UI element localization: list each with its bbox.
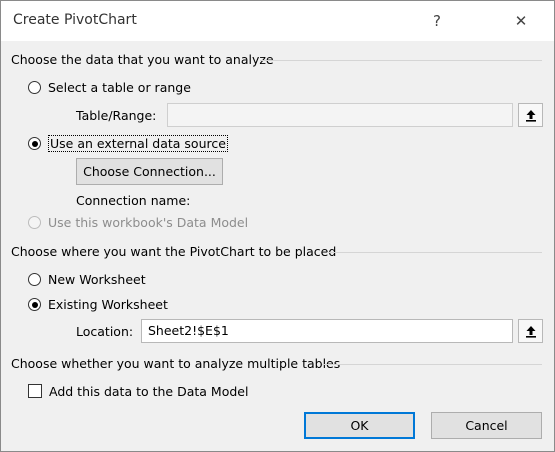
radio-button[interactable] [28, 273, 41, 286]
choose-connection-button[interactable]: Choose Connection... [76, 158, 223, 185]
close-button[interactable]: ✕ [501, 7, 541, 35]
radio-data-model[interactable]: Use this workbook's Data Model [28, 215, 248, 230]
location-input[interactable]: Sheet2!$E$1 [141, 319, 513, 343]
radio-button-checked[interactable] [28, 137, 41, 150]
cancel-button[interactable]: Cancel [431, 412, 542, 439]
external-source-label: Use an external data source [48, 135, 228, 152]
new-worksheet-label: New Worksheet [48, 272, 146, 287]
radio-existing-worksheet[interactable]: Existing Worksheet [28, 297, 168, 312]
section-divider [260, 60, 542, 61]
radio-button[interactable] [28, 81, 41, 94]
table-range-label: Table/Range: [76, 108, 157, 123]
section-divider [327, 252, 542, 253]
table-range-collapse-button[interactable] [518, 103, 543, 127]
table-range-input[interactable] [167, 103, 513, 127]
place-section-heading: Choose where you want the PivotChart to … [11, 244, 337, 259]
collapse-dialog-icon [525, 109, 536, 122]
title-bar: Create PivotChart ? ✕ [1, 1, 554, 41]
add-to-data-model-label: Add this data to the Data Model [49, 384, 249, 399]
collapse-dialog-icon [525, 325, 536, 338]
radio-select-table[interactable]: Select a table or range [28, 80, 191, 95]
data-model-label: Use this workbook's Data Model [48, 215, 249, 230]
location-label: Location: [76, 324, 134, 339]
create-pivotchart-dialog: Create PivotChart ? ✕ Choose the data th… [0, 0, 555, 452]
close-icon: ✕ [514, 12, 528, 30]
radio-button-checked[interactable] [28, 298, 41, 311]
radio-button-disabled[interactable] [28, 216, 41, 229]
data-section-heading: Choose the data that you want to analyze [11, 52, 274, 67]
help-button[interactable]: ? [417, 7, 457, 35]
radio-new-worksheet[interactable]: New Worksheet [28, 272, 146, 287]
radio-external-source[interactable]: Use an external data source [28, 135, 228, 152]
existing-worksheet-label: Existing Worksheet [48, 297, 168, 312]
add-to-data-model-checkbox[interactable] [28, 384, 42, 398]
select-table-label: Select a table or range [48, 80, 191, 95]
dialog-title: Create PivotChart [13, 12, 137, 28]
connection-name-label: Connection name: [76, 193, 191, 208]
ok-button[interactable]: OK [304, 412, 415, 439]
location-collapse-button[interactable] [518, 319, 543, 343]
section-divider [322, 364, 542, 365]
help-icon: ? [433, 12, 441, 30]
multi-section-heading: Choose whether you want to analyze multi… [11, 356, 341, 371]
